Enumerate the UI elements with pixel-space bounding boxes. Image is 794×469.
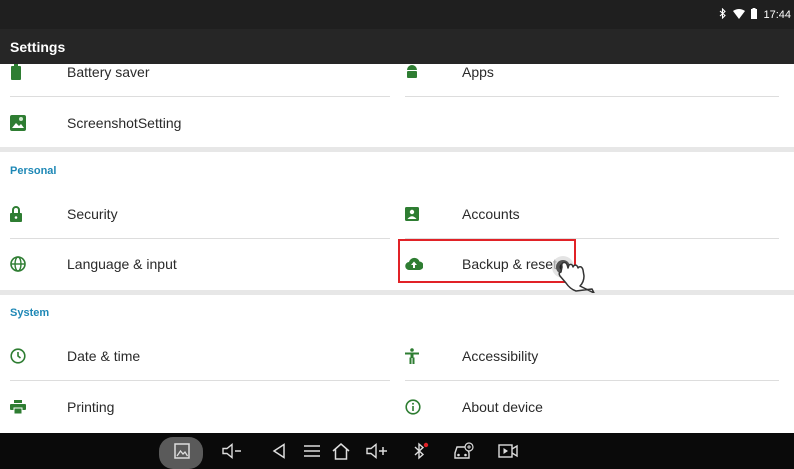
globe-icon <box>10 255 46 272</box>
section-divider <box>0 290 794 295</box>
settings-item-label: Accounts <box>462 205 520 222</box>
app-header: Settings <box>0 29 794 64</box>
lock-icon <box>10 205 46 222</box>
settings-item-label: Printing <box>67 398 115 415</box>
settings-item-label: About device <box>462 398 543 415</box>
vehicle-diagnostic-icon[interactable] <box>451 433 477 469</box>
tap-hand-icon <box>548 249 600 298</box>
back-icon[interactable] <box>268 433 290 469</box>
clock-icon <box>10 347 46 364</box>
settings-item-language-input[interactable]: Language & input <box>10 239 390 288</box>
section-divider <box>0 147 794 152</box>
settings-item-about-device[interactable]: About device <box>405 382 779 431</box>
settings-item-label: Date & time <box>67 347 141 364</box>
volume-down-icon[interactable] <box>220 433 246 469</box>
accessibility-icon <box>405 347 441 364</box>
screenshot-icon[interactable] <box>171 433 193 469</box>
settings-item-battery-saver[interactable]: Battery saver <box>10 64 390 96</box>
screen-record-icon[interactable] <box>496 433 520 469</box>
settings-list[interactable]: Battery saver Apps ScreenshotSetting Per… <box>0 64 794 433</box>
account-icon <box>405 206 441 221</box>
settings-item-label: Security <box>67 205 118 222</box>
wifi-icon <box>733 8 746 22</box>
settings-item-label: Accessibility <box>462 347 539 364</box>
info-icon <box>405 398 441 415</box>
settings-item-printing[interactable]: Printing <box>10 382 390 431</box>
volume-up-icon[interactable] <box>364 433 392 469</box>
settings-item-accessibility[interactable]: Accessibility <box>405 331 779 380</box>
section-title-personal: Personal <box>10 165 57 177</box>
settings-item-label: Language & input <box>67 255 177 272</box>
settings-item-label: Apps <box>462 64 494 80</box>
page-title: Settings <box>10 39 66 55</box>
android-icon <box>405 64 441 80</box>
status-bar: 17:44 <box>0 0 794 29</box>
settings-item-apps[interactable]: Apps <box>405 64 779 96</box>
image-icon <box>10 114 46 131</box>
settings-item-screenshot-setting[interactable]: ScreenshotSetting <box>10 98 390 147</box>
bluetooth-icon <box>719 7 727 22</box>
clock-time: 17:44 <box>763 9 791 21</box>
divider <box>405 96 779 97</box>
settings-item-label: ScreenshotSetting <box>67 114 182 131</box>
divider <box>10 380 390 381</box>
printer-icon <box>10 399 46 414</box>
settings-item-security[interactable]: Security <box>10 189 390 238</box>
battery-icon <box>10 64 46 80</box>
settings-item-label: Battery saver <box>67 64 150 80</box>
settings-item-date-time[interactable]: Date & time <box>10 331 390 380</box>
divider <box>10 96 390 97</box>
section-title-system: System <box>10 307 50 319</box>
menu-icon[interactable] <box>300 433 324 469</box>
settings-item-accounts[interactable]: Accounts <box>405 189 779 238</box>
home-icon[interactable] <box>328 433 354 469</box>
battery-icon <box>751 8 758 22</box>
bluetooth-icon[interactable] <box>410 433 432 469</box>
navigation-bar <box>0 433 794 469</box>
divider <box>405 380 779 381</box>
